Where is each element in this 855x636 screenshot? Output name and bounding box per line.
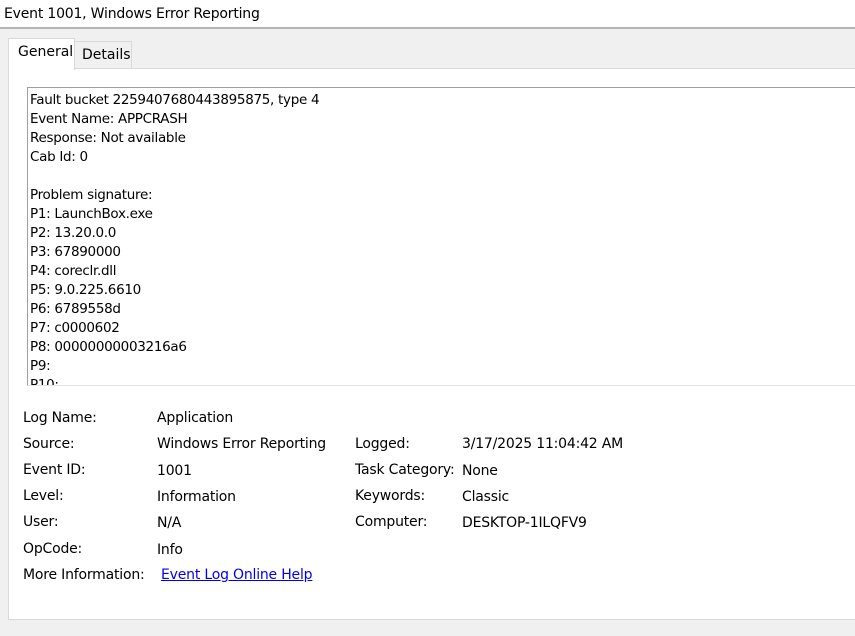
log-name-value[interactable]: Application bbox=[157, 410, 233, 426]
tab-strip: General Details bbox=[0, 29, 855, 70]
more-information-label: More Information: bbox=[23, 567, 145, 583]
event-log-online-help-link[interactable]: Event Log Online Help bbox=[161, 567, 313, 583]
logged-value[interactable]: 3/17/2025 11:04:42 AM bbox=[462, 436, 623, 452]
task-category-value[interactable]: None bbox=[462, 463, 498, 479]
keywords-value[interactable]: Classic bbox=[462, 489, 509, 505]
description-line: P8: 00000000003216a6 bbox=[30, 339, 187, 355]
description-line: Response: Not available bbox=[30, 130, 186, 146]
description-line: Fault bucket 2259407680443895875, type 4 bbox=[30, 92, 320, 108]
event-description-box[interactable]: Fault bucket 2259407680443895875, type 4… bbox=[27, 87, 855, 386]
window-title-bar: Event 1001, Windows Error Reporting bbox=[0, 0, 855, 29]
level-value[interactable]: Information bbox=[157, 489, 236, 505]
description-line: Cab Id: 0 bbox=[30, 149, 88, 165]
description-line: P2: 13.20.0.0 bbox=[30, 225, 117, 241]
description-line: P9: bbox=[30, 358, 51, 374]
description-line: Event Name: APPCRASH bbox=[30, 111, 188, 127]
description-line: Problem signature: bbox=[30, 187, 153, 203]
description-line: P5: 9.0.225.6610 bbox=[30, 282, 141, 298]
general-panel: Fault bucket 2259407680443895875, type 4… bbox=[8, 68, 855, 620]
user-value[interactable]: N/A bbox=[157, 515, 181, 531]
source-label: Source: bbox=[23, 436, 75, 452]
keywords-label: Keywords: bbox=[355, 488, 426, 504]
computer-value[interactable]: DESKTOP-1ILQFV9 bbox=[462, 515, 587, 531]
opcode-value[interactable]: Info bbox=[157, 542, 183, 558]
user-label: User: bbox=[23, 514, 59, 530]
event-id-label: Event ID: bbox=[23, 462, 86, 478]
description-line: P6: 6789558d bbox=[30, 301, 121, 317]
description-line: P1: LaunchBox.exe bbox=[30, 206, 153, 222]
logged-label: Logged: bbox=[355, 436, 410, 452]
description-line: P4: coreclr.dll bbox=[30, 263, 117, 279]
tab-general[interactable]: General bbox=[8, 38, 75, 70]
log-name-label: Log Name: bbox=[23, 410, 97, 426]
description-line: P3: 67890000 bbox=[30, 244, 121, 260]
tab-details[interactable]: Details bbox=[75, 41, 132, 70]
description-line: P10: bbox=[30, 377, 59, 386]
event-id-value[interactable]: 1001 bbox=[157, 463, 192, 479]
source-value[interactable]: Windows Error Reporting bbox=[157, 436, 326, 452]
description-line: P7: c0000602 bbox=[30, 320, 120, 336]
computer-label: Computer: bbox=[355, 514, 428, 530]
opcode-label: OpCode: bbox=[23, 541, 83, 557]
task-category-label: Task Category: bbox=[355, 462, 455, 478]
level-label: Level: bbox=[23, 488, 64, 504]
window-title: Event 1001, Windows Error Reporting bbox=[4, 6, 260, 22]
